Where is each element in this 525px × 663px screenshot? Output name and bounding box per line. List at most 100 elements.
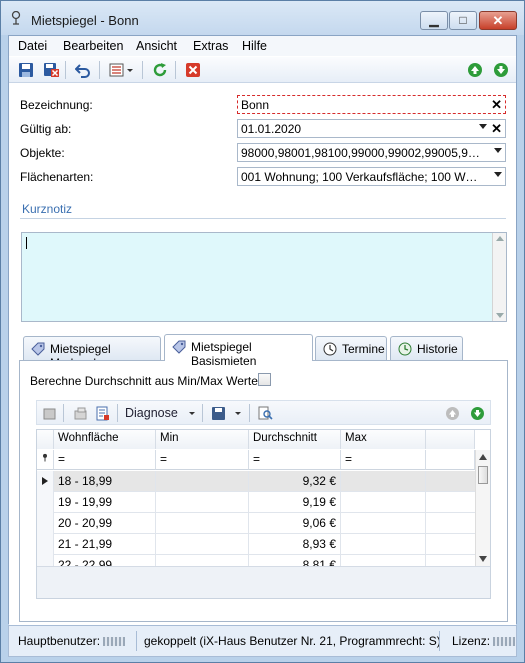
cell-durchschnitt[interactable]: 9,06 € <box>249 513 341 534</box>
cell-max[interactable] <box>341 471 426 492</box>
refresh-icon[interactable] <box>152 62 168 78</box>
scroll-up-icon[interactable] <box>479 454 487 460</box>
cell-wohnflaeche[interactable]: 20 - 20,99 <box>54 513 156 534</box>
cell-min[interactable] <box>156 492 249 513</box>
edit-form-icon[interactable] <box>95 406 110 421</box>
clear-icon[interactable]: ✕ <box>491 121 502 137</box>
filter-row-icon[interactable] <box>37 450 54 470</box>
table-row[interactable]: 19 - 19,99 9,19 € <box>37 492 475 513</box>
column-header-min[interactable]: Min <box>156 430 249 449</box>
tab-mietspiegel-basismieten[interactable]: Mietspiegel Basismieten <box>164 334 313 368</box>
window-title: Mietspiegel - Bonn <box>31 13 139 28</box>
scroll-down-icon[interactable] <box>479 556 487 562</box>
save-close-icon[interactable] <box>43 62 59 78</box>
nav-down-icon[interactable] <box>493 62 509 78</box>
nav-down-icon[interactable] <box>470 406 485 421</box>
cell-max[interactable] <box>341 555 426 566</box>
kurznotiz-textarea[interactable] <box>21 232 507 322</box>
toolbar-separator <box>117 404 118 422</box>
menu-bearbeiten[interactable]: Bearbeiten <box>63 39 123 53</box>
clear-icon[interactable]: ✕ <box>491 97 502 113</box>
cell-wohnflaeche[interactable]: 22 - 22,99 <box>54 555 156 566</box>
title-bar[interactable]: Mietspiegel - Bonn ▁ □ ✕ <box>1 1 524 35</box>
close-button[interactable]: ✕ <box>479 11 517 30</box>
filter-max[interactable]: = <box>341 450 426 470</box>
delete-icon[interactable] <box>185 62 201 78</box>
form-area: Bezeichnung: Bonn ✕ Gültig ab: 01.01.202… <box>9 84 516 625</box>
cell-max[interactable] <box>341 534 426 555</box>
chevron-down-icon[interactable] <box>479 124 487 129</box>
chevron-down-icon[interactable] <box>494 148 502 153</box>
gueltig-ab-field[interactable]: 01.01.2020 ✕ <box>237 119 506 138</box>
objekte-field[interactable]: 98000,98001,98100,99000,99002,99005,9900… <box>237 143 506 162</box>
minimize-icon: ▁ <box>429 13 439 27</box>
cell-durchschnitt[interactable]: 9,32 € <box>249 471 341 492</box>
cell-max[interactable] <box>341 513 426 534</box>
row-pointer-icon <box>42 477 48 485</box>
durchschnitt-checkbox[interactable] <box>258 373 271 386</box>
grid-vertical-scrollbar[interactable] <box>475 450 490 566</box>
tab-label: Mietspiegel Basismieten <box>191 340 257 368</box>
chevron-down-icon[interactable] <box>494 172 502 177</box>
menu-hilfe[interactable]: Hilfe <box>242 39 267 53</box>
stack-icon[interactable] <box>42 406 57 421</box>
kurznotiz-heading: Kurznotiz <box>22 202 73 216</box>
scroll-thumb[interactable] <box>478 466 488 484</box>
cell-min[interactable] <box>156 471 249 492</box>
textarea-scrollbar[interactable] <box>492 233 506 321</box>
row-indicator-header <box>37 430 54 449</box>
cell-min[interactable] <box>156 534 249 555</box>
scroll-up-icon[interactable] <box>496 236 504 241</box>
column-header-wohnflaeche[interactable]: Wohnfläche <box>54 430 156 449</box>
cell-wohnflaeche[interactable]: 19 - 19,99 <box>54 492 156 513</box>
cell-durchschnitt[interactable]: 8,81 € <box>249 555 341 566</box>
chevron-down-icon[interactable] <box>187 406 197 421</box>
save-icon[interactable] <box>18 62 34 78</box>
filter-wohnflaeche[interactable]: = <box>54 450 156 470</box>
application-window: Mietspiegel - Bonn ▁ □ ✕ Datei Bearbeite… <box>0 0 525 663</box>
search-document-icon[interactable] <box>258 406 273 421</box>
column-header-max[interactable]: Max <box>341 430 426 449</box>
filter-durchschnitt[interactable]: = <box>249 450 341 470</box>
menu-ansicht[interactable]: Ansicht <box>136 39 177 53</box>
redacted-value <box>493 637 516 647</box>
row-indicator <box>37 471 54 492</box>
list-dropdown-icon[interactable] <box>109 62 135 78</box>
tab-strip: Mietspiegel Merkmale Mietspiegel Basismi… <box>23 334 503 370</box>
folder-icon[interactable] <box>73 406 88 421</box>
tab-mietspiegel-merkmale[interactable]: Mietspiegel Merkmale <box>23 336 161 370</box>
table-row[interactable]: 22 - 22,99 8,81 € <box>37 555 475 566</box>
menu-extras[interactable]: Extras <box>193 39 228 53</box>
save-icon[interactable] <box>211 406 226 421</box>
chevron-down-icon[interactable] <box>233 406 243 421</box>
maximize-button[interactable]: □ <box>449 11 477 30</box>
cell-wohnflaeche[interactable]: 21 - 21,99 <box>54 534 156 555</box>
minimize-button[interactable]: ▁ <box>420 11 448 30</box>
app-icon <box>11 11 21 25</box>
status-hauptbenutzer: Hauptbenutzer: <box>18 634 126 648</box>
cell-durchschnitt[interactable]: 8,93 € <box>249 534 341 555</box>
menu-datei[interactable]: Datei <box>18 39 47 53</box>
undo-icon[interactable] <box>75 62 91 78</box>
table-row[interactable]: 18 - 18,99 9,32 € <box>37 471 475 492</box>
flaechenarten-field[interactable]: 001 Wohnung; 100 Verkaufsfläche; 100 Wer… <box>237 167 506 186</box>
cell-wohnflaeche[interactable]: 18 - 18,99 <box>54 471 156 492</box>
filter-min[interactable]: = <box>156 450 249 470</box>
tab-historie[interactable]: Historie <box>390 336 463 360</box>
bezeichnung-field[interactable]: Bonn ✕ <box>237 95 506 114</box>
nav-up-icon[interactable] <box>445 406 460 421</box>
cell-max[interactable] <box>341 492 426 513</box>
nav-up-icon[interactable] <box>467 62 483 78</box>
table-row[interactable]: 20 - 20,99 9,06 € <box>37 513 475 534</box>
table-row[interactable]: 21 - 21,99 8,93 € <box>37 534 475 555</box>
filter-filler <box>426 450 475 470</box>
cell-min[interactable] <box>156 513 249 534</box>
cell-durchschnitt[interactable]: 9,19 € <box>249 492 341 513</box>
cell-min[interactable] <box>156 555 249 566</box>
client-area: Datei Bearbeiten Ansicht Extras Hilfe Be… <box>8 35 517 625</box>
tab-termine[interactable]: Termine <box>315 336 387 360</box>
scroll-down-icon[interactable] <box>496 313 504 318</box>
toolbar-separator <box>142 61 143 79</box>
column-header-durchschnitt[interactable]: Durchschnitt <box>249 430 341 449</box>
diagnose-button[interactable]: Diagnose <box>125 406 178 420</box>
